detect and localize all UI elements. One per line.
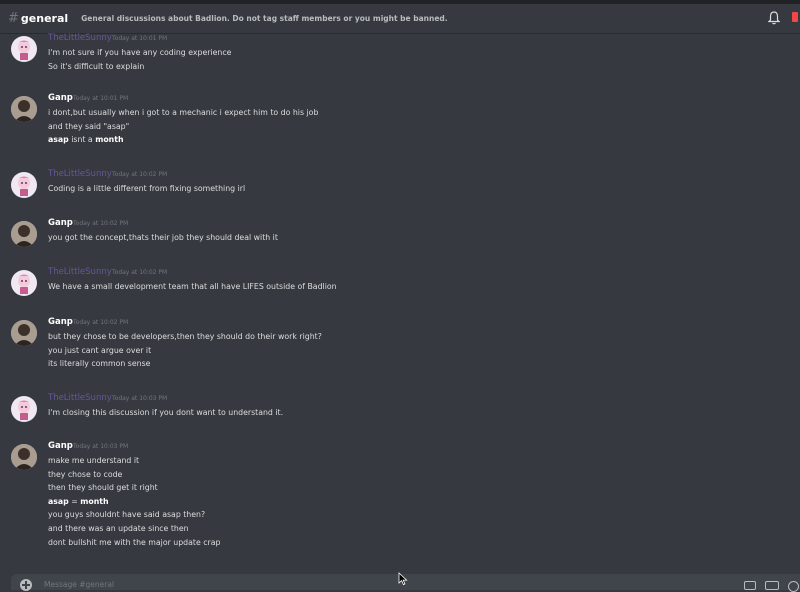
avatar[interactable] (11, 96, 37, 122)
avatar[interactable] (11, 320, 37, 346)
message-timestamp: Today at 10:02 PM (112, 171, 168, 178)
message-text: I'm not sure if you have any coding expe… (48, 48, 232, 57)
message-timestamp: Today at 10:01 PM (112, 35, 168, 42)
avatar[interactable] (11, 172, 37, 198)
message-text: but they chose to be developers,then the… (48, 332, 322, 341)
message-line: you just cant argue over it (48, 344, 322, 358)
message-line: make me understand it (48, 454, 220, 468)
message-text: you guys shouldnt have said asap then? (48, 510, 206, 520)
emoji-icon[interactable] (788, 581, 799, 592)
message-text: and there was an update since then (48, 523, 189, 533)
message-author[interactable]: TheLittleSunny (48, 267, 112, 277)
message-line: Coding is a little different from fixing… (48, 182, 245, 196)
message-author[interactable]: TheLittleSunny (48, 33, 112, 43)
message-content: Coding is a little different from fixing… (48, 182, 245, 196)
avatar[interactable] (11, 221, 37, 247)
avatar[interactable] (11, 444, 37, 470)
bold-text: month (95, 135, 124, 145)
message-line: then they should get it right (48, 481, 220, 495)
message-content: I'm closing this discussion if you dont … (48, 406, 283, 420)
message-line: but they chose to be developers,then the… (48, 330, 322, 344)
message-text: make me understand it (48, 456, 140, 465)
message-author[interactable]: Ganp (48, 317, 73, 327)
message-text: dont bullshit me with the major update c… (48, 537, 221, 547)
message-timestamp: Today at 10:02 PM (73, 319, 129, 326)
message-author[interactable]: TheLittleSunny (48, 169, 112, 179)
message-content: We have a small development team that al… (48, 280, 337, 294)
message-author[interactable]: Ganp (48, 93, 73, 103)
message-text: and they said "asap" (48, 121, 130, 131)
channel-topic[interactable]: General discussions about Badlion. Do no… (81, 14, 448, 23)
message-line: and they said "asap" (48, 120, 318, 134)
message-content: you got the concept,thats their job they… (48, 231, 278, 245)
avatar[interactable] (11, 36, 37, 62)
message-timestamp: Today at 10:03 PM (73, 443, 129, 450)
message-line: they chose to code (48, 468, 220, 482)
message-content: I'm not sure if you have any coding expe… (48, 46, 231, 73)
avatar[interactable] (11, 396, 37, 422)
message-text: So it's difficult to explain (48, 61, 145, 71)
message-text: We have a small development team that al… (48, 282, 337, 291)
message-content: but they chose to be developers,then the… (48, 330, 322, 371)
message-line: asap = month (48, 495, 220, 509)
message-line: its literally common sense (48, 357, 322, 371)
message-line: dont bullshit me with the major update c… (48, 536, 220, 550)
mouse-cursor-icon (398, 572, 408, 586)
message-text: its literally common sense (48, 359, 151, 369)
message-line: asap isnt a month (48, 133, 318, 147)
message-author[interactable]: TheLittleSunny (48, 393, 112, 403)
message-text: isnt a (68, 135, 96, 145)
gif-icon[interactable] (765, 581, 779, 590)
message-line: I'm closing this discussion if you dont … (48, 406, 283, 420)
bold-text: asap (48, 135, 69, 145)
message-text: I'm closing this discussion if you dont … (48, 408, 284, 417)
message-content: i dont,but usually when i got to a mecha… (48, 106, 318, 147)
message-line: So it's difficult to explain (48, 60, 231, 74)
message-text: they chose to code (48, 469, 123, 479)
message-line: We have a small development team that al… (48, 280, 337, 294)
bold-text: month (80, 496, 109, 506)
message-text: you just cant argue over it (48, 345, 152, 355)
message-line: and there was an update since then (48, 522, 220, 536)
message-input[interactable] (44, 580, 404, 589)
message-line: you guys shouldnt have said asap then? (48, 508, 220, 522)
plus-icon[interactable] (20, 579, 32, 591)
message-author[interactable]: Ganp (48, 441, 73, 451)
message-timestamp: Today at 10:03 PM (112, 395, 168, 402)
bell-icon[interactable] (768, 11, 780, 25)
gift-icon[interactable] (744, 581, 756, 590)
message-text: then they should get it right (48, 483, 158, 493)
channel-header: # general General discussions about Badl… (0, 0, 800, 33)
message-line: i dont,but usually when i got to a mecha… (48, 106, 318, 120)
message-text: i dont,but usually when i got to a mecha… (48, 108, 319, 117)
message-line: you got the concept,thats their job they… (48, 231, 278, 245)
message-timestamp: Today at 10:02 PM (73, 220, 129, 227)
channel-hash-icon: # (8, 11, 19, 26)
message-content: make me understand it they chose to code t… (48, 454, 220, 549)
bold-text: asap (48, 496, 69, 506)
pin-icon[interactable] (792, 12, 798, 22)
message-list[interactable]: TheLittleSunny Today at 10:01 PM I'm not s… (0, 33, 800, 571)
avatar[interactable] (11, 270, 37, 296)
message-text: = (68, 496, 81, 506)
channel-name[interactable]: general (21, 12, 68, 25)
message-line: I'm not sure if you have any coding expe… (48, 46, 231, 60)
message-timestamp: Today at 10:02 PM (112, 269, 168, 276)
message-author[interactable]: Ganp (48, 218, 73, 228)
message-text: you got the concept,thats their job they… (48, 233, 278, 242)
message-text: Coding is a little different from fixing… (48, 184, 246, 193)
message-timestamp: Today at 10:01 PM (73, 95, 129, 102)
